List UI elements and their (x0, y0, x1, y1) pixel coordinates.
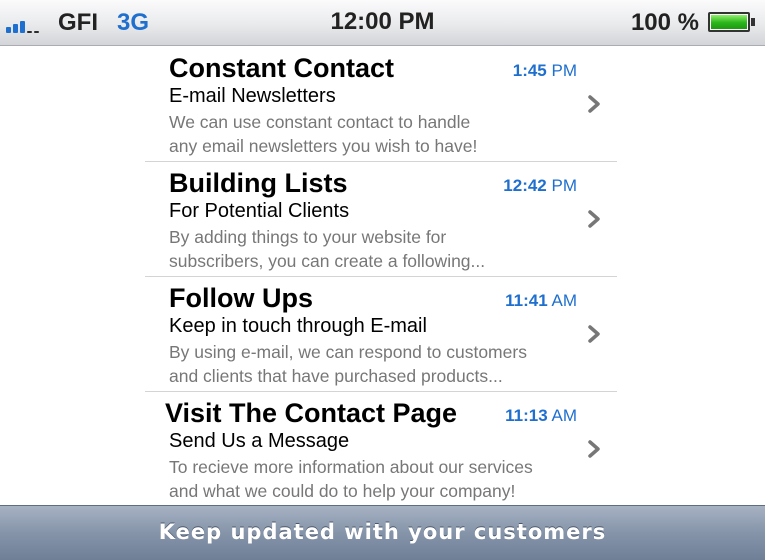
message-time: 11:13 AM (505, 406, 577, 426)
message-preview-line-1: To recieve more information about our se… (169, 457, 533, 477)
message-time: 1:45 PM (513, 61, 577, 81)
message-preview-line-1: We can use constant contact to handle (169, 112, 471, 132)
message-preview: By adding things to your website for sub… (169, 225, 589, 273)
message-preview: We can use constant contact to handle an… (169, 110, 589, 158)
message-title: Building Lists (169, 168, 348, 198)
message-time-ampm: AM (551, 291, 578, 310)
battery-icon (708, 12, 755, 32)
message-preview: To recieve more information about our se… (169, 455, 609, 503)
footer-banner: Keep updated with your customers (0, 505, 765, 560)
message-preview-line-2: subscribers, you can create a following.… (169, 251, 486, 271)
message-time-ampm: AM (551, 406, 578, 425)
message-preview-line-2: any email newsletters you wish to have! (169, 136, 478, 156)
message-subtitle: Keep in touch through E-mail (169, 315, 427, 337)
message-row-constant-contact[interactable]: Constant Contact 1:45 PM E-mail Newslett… (145, 47, 617, 162)
chevron-right-icon[interactable] (585, 93, 603, 115)
message-list: Constant Contact 1:45 PM E-mail Newslett… (145, 47, 617, 507)
message-preview-line-1: By using e-mail, we can respond to custo… (169, 342, 527, 362)
message-title: Follow Ups (169, 283, 313, 313)
message-time-value: 1:45 (512, 61, 547, 80)
message-preview-line-1: By adding things to your website for (169, 227, 447, 247)
battery-tip (751, 18, 755, 26)
message-preview-line-2: and what we could do to help your compan… (169, 481, 516, 501)
message-time: 11:41 AM (505, 291, 577, 311)
message-title: Visit The Contact Page (165, 398, 458, 428)
message-row-building-lists[interactable]: Building Lists 12:42 PM For Potential Cl… (145, 162, 617, 277)
message-time: 12:42 PM (503, 176, 577, 196)
status-bar: GFI 3G 12:00 PM 100 % (0, 0, 765, 46)
battery-percent: 100 % (630, 9, 699, 36)
message-subtitle: E-mail Newsletters (169, 85, 336, 107)
message-row-contact-page[interactable]: Visit The Contact Page 11:13 AM Send Us … (145, 392, 617, 507)
message-time-ampm: PM (551, 176, 578, 195)
message-subtitle: Send Us a Message (169, 430, 350, 452)
message-row-follow-ups[interactable]: Follow Ups 11:41 AM Keep in touch throug… (145, 277, 617, 392)
message-time-value: 11:41 (505, 291, 548, 310)
battery-fill (711, 15, 747, 29)
message-time-ampm: PM (551, 61, 578, 80)
message-preview-line-2: and clients that have purchased products… (169, 366, 503, 386)
chevron-right-icon[interactable] (585, 438, 603, 460)
message-preview: By using e-mail, we can respond to custo… (169, 340, 589, 388)
chevron-right-icon[interactable] (585, 323, 603, 345)
footer-text: Keep updated with your customers (158, 520, 607, 544)
message-time-value: 12:42 (503, 176, 547, 195)
message-title: Constant Contact (169, 53, 394, 83)
chevron-right-icon[interactable] (585, 208, 603, 230)
message-time-value: 11:13 (505, 406, 548, 425)
message-subtitle: For Potential Clients (169, 200, 350, 222)
